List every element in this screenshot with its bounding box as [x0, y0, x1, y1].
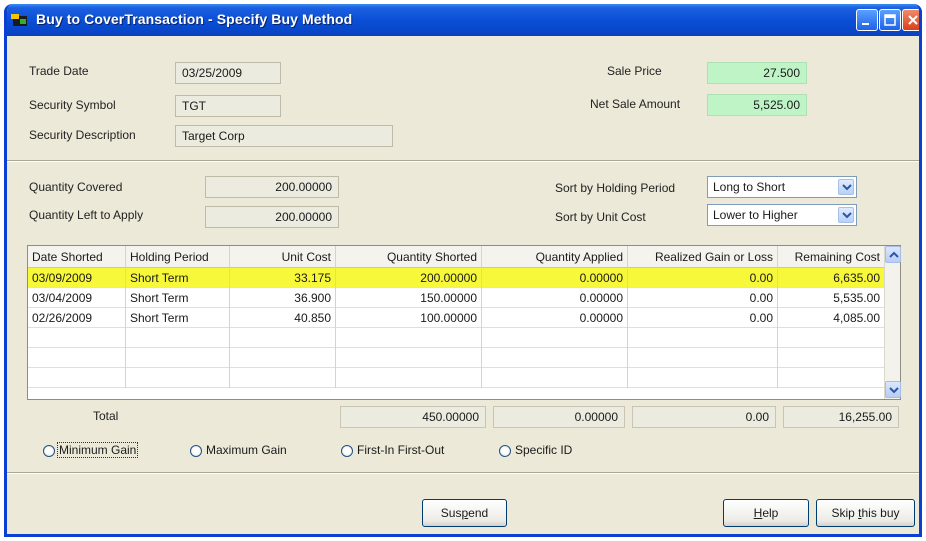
- sale-price-label: Sale Price: [607, 64, 662, 78]
- total-remaining-cost: 16,255.00: [783, 406, 899, 428]
- table-cell: 40.850: [230, 308, 336, 328]
- total-quantity-shorted: 450.00000: [340, 406, 486, 428]
- sort-holding-select[interactable]: Long to Short: [707, 176, 857, 198]
- maximize-icon: [884, 14, 896, 26]
- skip-this-buy-button[interactable]: Skip this buy: [816, 499, 915, 527]
- scroll-down-icon[interactable]: [885, 381, 901, 398]
- table-cell: 02/26/2009: [28, 308, 126, 328]
- close-button[interactable]: [902, 9, 919, 31]
- divider-top: [7, 160, 919, 162]
- sort-unit-cost-label: Sort by Unit Cost: [555, 210, 646, 224]
- lots-table[interactable]: Date Shorted Holding Period Unit Cost Qu…: [27, 245, 901, 400]
- total-realized-gain: 0.00: [632, 406, 776, 428]
- security-symbol-label: Security Symbol: [29, 98, 116, 112]
- minimize-icon: [862, 23, 869, 25]
- security-symbol-field: TGT: [175, 95, 281, 117]
- table-cell: 6,635.00: [778, 268, 885, 288]
- quantity-left-field: 200.00000: [205, 206, 339, 228]
- column-header[interactable]: Date Shorted: [28, 246, 126, 268]
- table-cell: Short Term: [126, 268, 230, 288]
- table-row[interactable]: 02/26/2009 Short Term 40.850 100.00000 0…: [28, 308, 885, 328]
- table-cell: 100.00000: [336, 308, 482, 328]
- table-row[interactable]: 03/04/2009 Short Term 36.900 150.00000 0…: [28, 288, 885, 308]
- table-row[interactable]: 03/09/2009 Short Term 33.175 200.00000 0…: [28, 268, 885, 288]
- sale-price-field: 27.500: [707, 62, 807, 84]
- specific-id-radio[interactable]: Specific ID: [499, 442, 599, 460]
- buy-to-cover-window: Buy to CoverTransaction - Specify Buy Me…: [4, 4, 922, 537]
- column-header[interactable]: Realized Gain or Loss: [628, 246, 778, 268]
- maximum-gain-radio[interactable]: Maximum Gain: [190, 442, 310, 460]
- table-cell: 36.900: [230, 288, 336, 308]
- divider-bottom: [7, 472, 919, 474]
- specific-id-label: Specific ID: [515, 443, 573, 457]
- app-icon: [11, 12, 29, 28]
- column-header[interactable]: Unit Cost: [230, 246, 336, 268]
- table-row-empty[interactable]: [28, 368, 885, 388]
- window-title: Buy to CoverTransaction - Specify Buy Me…: [36, 11, 353, 27]
- sort-unit-cost-value: Lower to Higher: [713, 208, 798, 222]
- column-header[interactable]: Holding Period: [126, 246, 230, 268]
- close-icon: [908, 15, 918, 25]
- help-button[interactable]: Help: [723, 499, 809, 527]
- chevron-down-icon[interactable]: [838, 207, 854, 223]
- minimum-gain-radio[interactable]: Minimum Gain: [43, 442, 173, 460]
- sort-holding-value: Long to Short: [713, 180, 786, 194]
- table-cell: 0.00000: [482, 288, 628, 308]
- net-sale-amount-field: 5,525.00: [707, 94, 807, 116]
- table-cell: 0.00: [628, 288, 778, 308]
- title-bar[interactable]: Buy to CoverTransaction - Specify Buy Me…: [7, 4, 919, 36]
- table-row-empty[interactable]: [28, 348, 885, 368]
- quantity-covered-label: Quantity Covered: [29, 180, 123, 194]
- table-scrollbar[interactable]: [884, 246, 901, 399]
- minimum-gain-label: Minimum Gain: [56, 442, 139, 458]
- table-cell: 5,535.00: [778, 288, 885, 308]
- fifo-label: First-In First-Out: [357, 443, 445, 457]
- total-quantity-applied: 0.00000: [493, 406, 625, 428]
- maximize-button[interactable]: [879, 9, 901, 31]
- sort-unit-cost-select[interactable]: Lower to Higher: [707, 204, 857, 226]
- quantity-covered-field: 200.00000: [205, 176, 339, 198]
- maximum-gain-label: Maximum Gain: [206, 443, 287, 457]
- suspend-button[interactable]: Suspend: [422, 499, 507, 527]
- sort-holding-label: Sort by Holding Period: [555, 181, 676, 195]
- table-cell: 0.00000: [482, 308, 628, 328]
- column-header[interactable]: Quantity Shorted: [336, 246, 482, 268]
- table-cell: 200.00000: [336, 268, 482, 288]
- chevron-down-icon[interactable]: [838, 179, 854, 195]
- trade-date-field: 03/25/2009: [175, 62, 281, 84]
- table-cell: Short Term: [126, 288, 230, 308]
- security-description-field: Target Corp: [175, 125, 393, 147]
- table-row-empty[interactable]: [28, 328, 885, 348]
- total-label: Total: [93, 409, 119, 423]
- table-cell: 4,085.00: [778, 308, 885, 328]
- security-description-label: Security Description: [29, 128, 136, 142]
- fifo-radio[interactable]: First-In First-Out: [341, 442, 471, 460]
- minimize-button[interactable]: [856, 9, 878, 31]
- table-cell: 03/04/2009: [28, 288, 126, 308]
- column-header[interactable]: Quantity Applied: [482, 246, 628, 268]
- quantity-left-label: Quantity Left to Apply: [29, 208, 144, 222]
- table-header: Date Shorted Holding Period Unit Cost Qu…: [28, 246, 885, 268]
- table-cell: 33.175: [230, 268, 336, 288]
- table-cell: 0.00000: [482, 268, 628, 288]
- table-cell: 03/09/2009: [28, 268, 126, 288]
- trade-date-label: Trade Date: [29, 64, 89, 78]
- scroll-up-icon[interactable]: [885, 246, 901, 263]
- table-cell: 150.00000: [336, 288, 482, 308]
- table-cell: 0.00: [628, 268, 778, 288]
- table-cell: 0.00: [628, 308, 778, 328]
- net-sale-amount-label: Net Sale Amount: [590, 97, 681, 111]
- column-header[interactable]: Remaining Cost: [778, 246, 885, 268]
- table-cell: Short Term: [126, 308, 230, 328]
